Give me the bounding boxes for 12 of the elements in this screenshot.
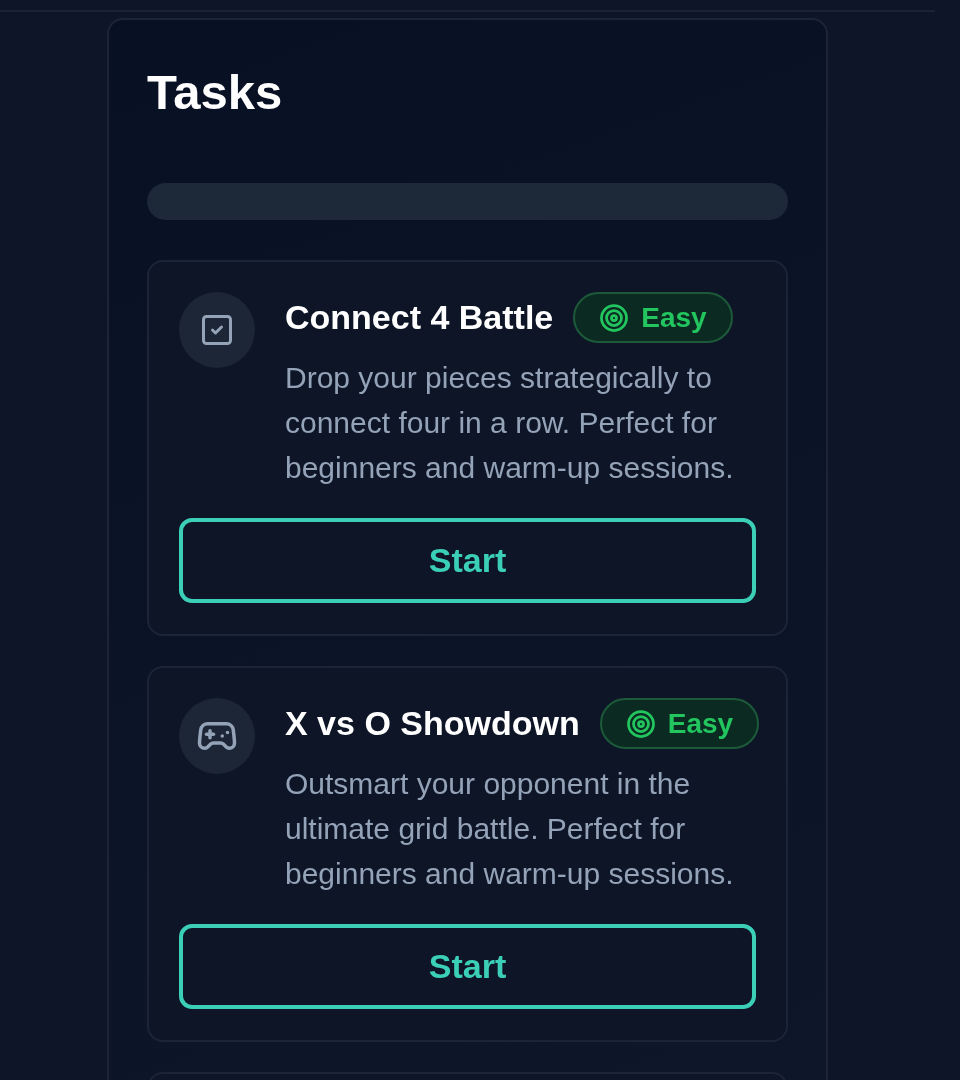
- difficulty-label: Easy: [641, 301, 707, 334]
- task-description: Drop your pieces strategically to connect four in a row. Perfect for beginners and warm-up sessions.: [285, 360, 735, 486]
- target-icon: [625, 708, 656, 739]
- panel-title: Tasks: [147, 64, 284, 120]
- task-description: Outsmart your opponent in the ultimate grid battle. Perfect for beginners and warm-up sessions.: [285, 766, 735, 892]
- checkbox-icon: [199, 312, 235, 348]
- difficulty-label: Easy: [667, 707, 734, 740]
- target-icon: [599, 302, 630, 333]
- start-button[interactable]: Start: [179, 518, 756, 603]
- task-title: X vs O Showdown: [285, 704, 580, 743]
- task-title: Connect 4 Battle: [285, 298, 554, 337]
- start-button[interactable]: Start: [179, 924, 756, 1009]
